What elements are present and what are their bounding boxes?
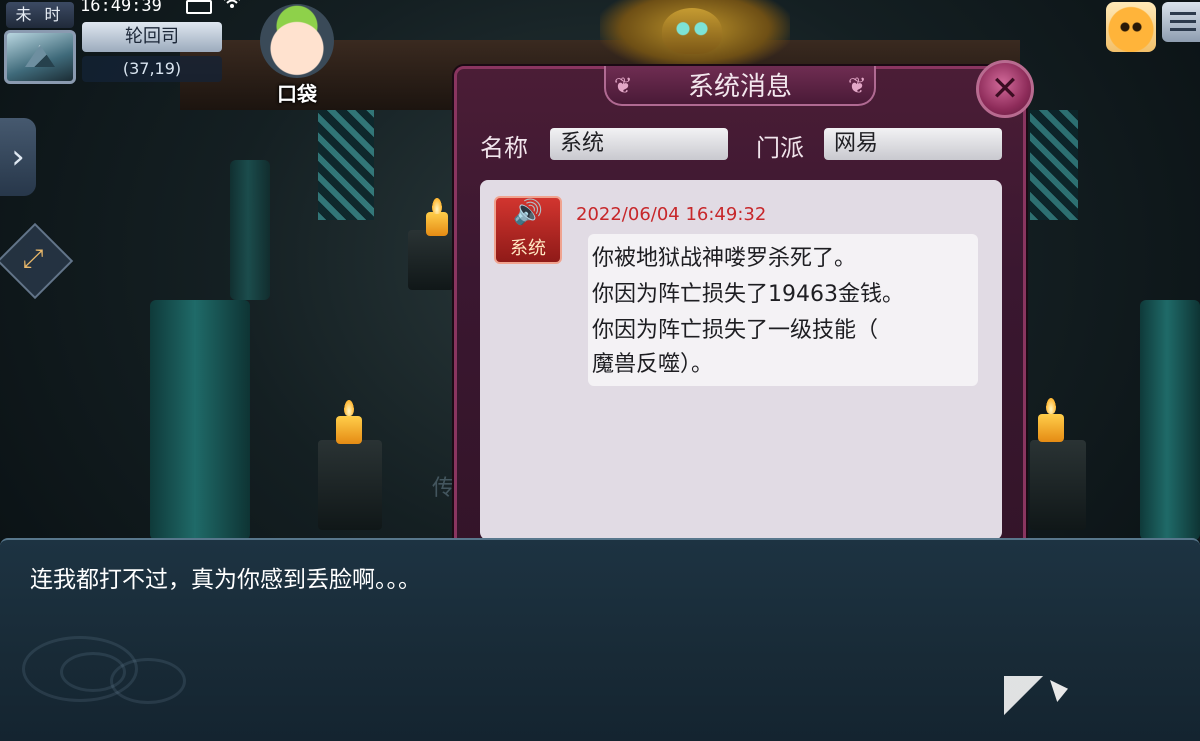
name-field: 系统 [550,128,728,160]
lattice-window-left [318,110,374,220]
candle-stand-right [1030,440,1086,530]
message-line: 魔兽反噬）。 [592,352,714,377]
side-expand-arrow-button[interactable]: › [0,118,36,196]
pillar-right [1140,300,1200,540]
flame-upper [432,198,442,214]
guardian-statue-face [662,8,722,54]
scene-faded-character: 传 [432,476,455,501]
location-coords: (37,19) [82,56,222,82]
message-timestamp: 2022/06/04 16:49:32 [576,204,767,225]
candle-stand-upper [408,230,454,290]
candle-right [1038,414,1064,442]
cloud-decoration [110,658,186,704]
name-label: 名称 [480,134,528,162]
candle-stand-left [318,440,382,530]
main-menu-button[interactable] [1162,2,1200,42]
sender-label: 系统 [510,238,546,259]
clock: 16:49:39 [80,0,162,16]
candle-upper [426,212,448,236]
npc-dialogue-text: 连我都打不过，真为你感到丢脸啊。。。 [30,567,421,593]
message-line: 你因为阵亡损失了一级技能（ [592,318,879,343]
bag-button[interactable]: 口袋 [256,4,338,106]
bag-label: 口袋 [277,82,317,106]
flame-right [1046,398,1056,414]
close-button[interactable]: ✕ [976,60,1034,118]
speaker-icon: 🔊 [513,198,543,226]
message-line: 你因为阵亡损失了19463金钱。 [592,282,904,307]
dialog-title: 系统消息 [687,72,792,102]
faction-field: 网易 [824,128,1002,160]
wifi-icon [222,0,242,14]
location-name[interactable]: 轮回司 [82,22,222,52]
time-period-tag: 未 时 [6,2,74,28]
pillar-mid-left [230,160,270,300]
flame-left [344,400,354,416]
pillar-left [150,300,250,540]
cat-helper-button[interactable] [1106,2,1156,52]
candle-left [336,416,362,444]
wifi-glyph [224,0,240,8]
message-line: 你被地狱战神喽罗杀死了。 [592,246,857,271]
continue-indicator-icon [1004,676,1044,722]
faction-label: 门派 [756,134,804,162]
expand-arrows-icon: ⤢ [22,244,44,274]
lattice-window-right [1030,110,1078,220]
bag-mascot-icon [260,4,334,78]
minimap-button[interactable] [4,30,76,84]
battery-icon [186,0,212,14]
